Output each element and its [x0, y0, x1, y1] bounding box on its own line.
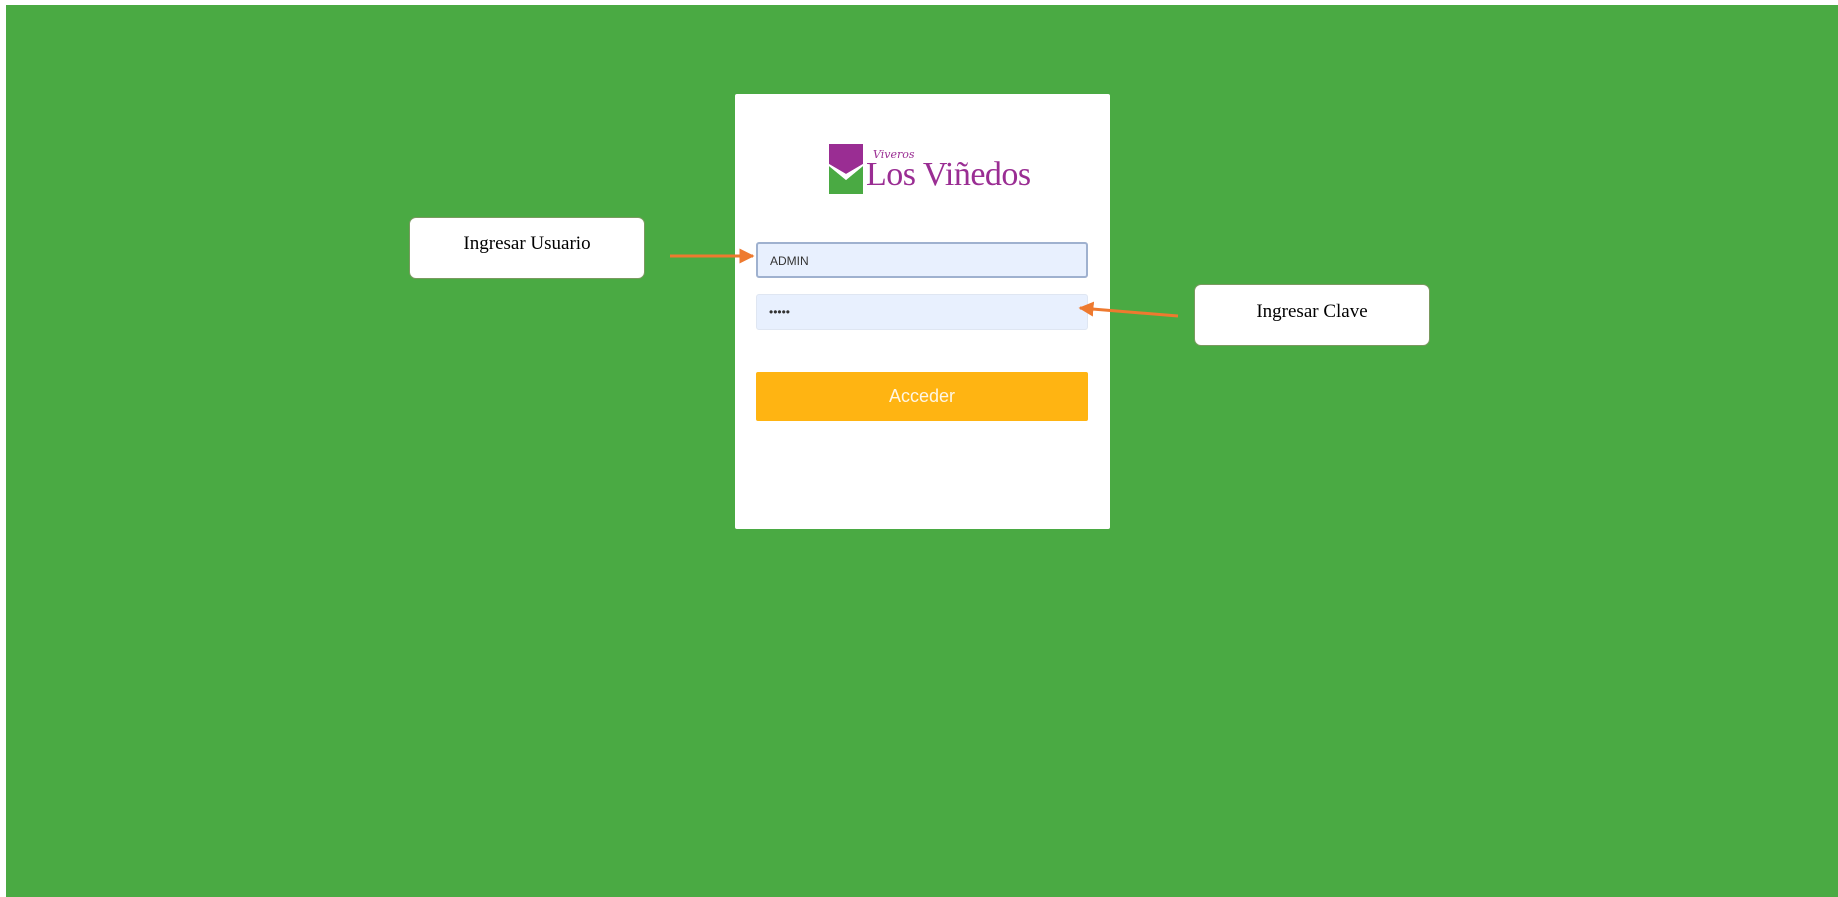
login-page: Viveros Los Viñedos ADMIN ••••• Acceder …	[6, 5, 1838, 897]
annotation-arrows	[670, 248, 1179, 318]
password-arrow-icon	[1078, 301, 1179, 318]
